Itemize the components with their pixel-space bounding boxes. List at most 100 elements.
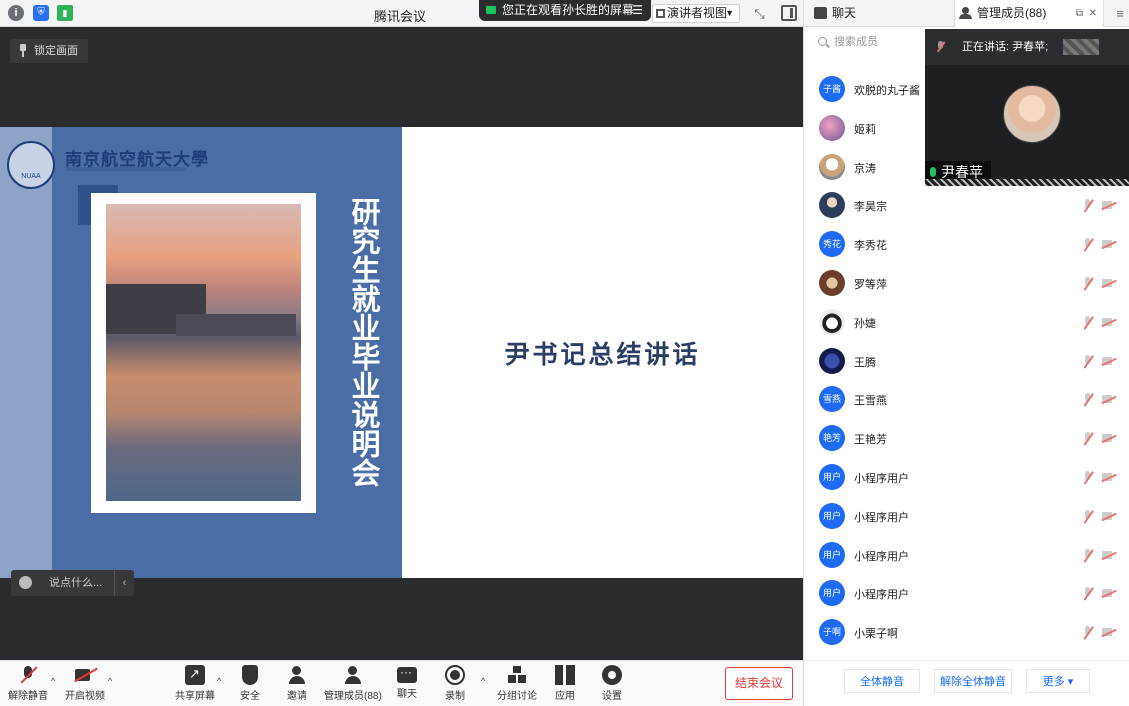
record-options-caret-icon[interactable]: ^ <box>481 676 485 686</box>
share-screen-icon <box>185 665 205 685</box>
share-screen-button[interactable]: 共享屏幕 <box>175 665 215 702</box>
grid-icon <box>656 9 665 18</box>
member-row[interactable]: 用户 小程序用户 <box>804 536 1129 575</box>
tab-members-label: 管理成员(88) <box>977 6 1047 20</box>
chat-button[interactable]: 聊天 <box>397 665 417 700</box>
apps-button[interactable]: 应用 <box>555 665 575 702</box>
mic-off-icon[interactable] <box>1082 238 1094 251</box>
camera-off-icon[interactable] <box>1102 433 1116 443</box>
camera-off-icon[interactable] <box>1102 588 1116 598</box>
mic-off-icon[interactable] <box>1082 548 1094 562</box>
mic-off-icon[interactable] <box>1082 470 1094 484</box>
member-row[interactable]: 用户 小程序用户 <box>804 458 1129 497</box>
start-video-label: 开启视频 <box>65 691 105 702</box>
close-icon[interactable]: ✕ <box>1089 0 1097 27</box>
manage-members-label: 管理成员(88) <box>324 691 382 702</box>
member-row[interactable]: 孙婕 <box>804 303 1129 342</box>
avatar <box>819 114 845 141</box>
member-row[interactable]: 罗等萍 <box>804 264 1129 303</box>
search-icon <box>818 37 827 46</box>
slide-main-title: 尹书记总结讲话 <box>504 340 701 369</box>
camera-off-icon[interactable] <box>1102 356 1116 366</box>
member-row[interactable]: 王腾 <box>804 342 1129 381</box>
member-name: 小程序用户 <box>854 550 909 563</box>
avatar: 雪燕 <box>819 386 845 413</box>
title-bar: i ⛨ ▮ 腾讯会议 您正在观看孙长胜的屏幕 ☰ 演讲者视图 ▼ ⤡ <box>0 0 803 27</box>
unmute-button[interactable]: 解除静音 <box>8 665 48 702</box>
add-user-icon <box>287 665 307 685</box>
mic-off-icon[interactable] <box>1082 626 1094 639</box>
lock-view-button[interactable]: 锁定画面 <box>10 39 88 63</box>
avatar <box>819 192 845 219</box>
camera-off-icon[interactable] <box>1102 394 1116 404</box>
camera-off-icon[interactable] <box>1102 550 1116 560</box>
video-edge <box>925 179 1129 186</box>
camera-off-icon[interactable] <box>1102 278 1116 288</box>
breakout-icon <box>507 665 527 685</box>
info-icon[interactable]: i <box>8 5 24 21</box>
mic-off-icon[interactable] <box>1082 509 1094 523</box>
mic-off-icon[interactable] <box>1082 587 1094 600</box>
shield-icon[interactable]: ⛨ <box>33 5 49 21</box>
speaker-video[interactable]: 正在讲话: 尹春苹; 尹春苹 <box>925 29 1129 186</box>
start-video-button[interactable]: 开启视频 <box>65 665 105 702</box>
fullscreen-icon[interactable]: ⤡ <box>751 5 768 22</box>
member-row[interactable]: 雪燕 王雪燕 <box>804 380 1129 419</box>
mic-off-icon[interactable] <box>1082 315 1094 329</box>
settings-button[interactable]: 设置 <box>602 665 622 702</box>
avatar <box>819 347 845 374</box>
mic-off-icon[interactable] <box>1082 393 1094 406</box>
camera-off-icon[interactable] <box>1102 317 1116 327</box>
more-button[interactable]: 更多 ▾ <box>1026 669 1090 693</box>
lock-view-label: 锁定画面 <box>34 45 78 57</box>
camera-off-icon[interactable] <box>1102 200 1116 210</box>
mic-off-icon[interactable] <box>1082 199 1094 212</box>
breakout-button[interactable]: 分组讨论 <box>497 665 537 702</box>
member-row[interactable]: 艳芳 王艳芳 <box>804 419 1129 458</box>
signal-icon[interactable]: ▮ <box>57 5 73 21</box>
mic-off-icon[interactable] <box>1082 276 1094 290</box>
mic-off-icon[interactable] <box>1082 432 1094 445</box>
avatar: 用户 <box>819 580 845 607</box>
emoji-icon[interactable] <box>19 576 32 589</box>
end-meeting-button[interactable]: 结束会议 <box>725 667 793 700</box>
mute-all-button[interactable]: 全体静音 <box>844 669 920 693</box>
members-icon <box>343 665 363 685</box>
member-row[interactable]: 秀花 李秀花 <box>804 225 1129 264</box>
unmute-label: 解除静音 <box>8 691 48 702</box>
search-input[interactable]: 搜索成员 <box>814 30 924 54</box>
chat-quick-input[interactable]: 说点什么... ‹ <box>11 570 134 596</box>
member-row[interactable]: 用户 小程序用户 <box>804 574 1129 613</box>
member-row[interactable]: 李昊宗 <box>804 186 1129 225</box>
video-options-caret-icon[interactable]: ^ <box>108 676 112 686</box>
view-mode-dropdown[interactable]: 演讲者视图 ▼ <box>652 4 740 23</box>
camera-off-icon[interactable] <box>1102 627 1116 637</box>
tab-members[interactable]: 管理成员(88) ⧉ ✕ <box>954 0 1104 27</box>
viewing-banner: 您正在观看孙长胜的屏幕 ☰ <box>479 0 651 21</box>
member-row[interactable]: 子啊 小栗子啊 <box>804 613 1129 652</box>
audio-options-caret-icon[interactable]: ^ <box>51 676 55 686</box>
member-row[interactable]: 用户 小程序用户 <box>804 497 1129 536</box>
shared-screen-area: 锁定画面 南京航空航天大學 研究生就业毕业说明会 尹书记总结讲话 说点什么...… <box>0 27 803 660</box>
record-button[interactable]: 录制 <box>445 665 465 702</box>
view-mode-label: 演讲者视图 <box>667 6 728 20</box>
unmute-all-button[interactable]: 解除全体静音 <box>934 669 1012 693</box>
invite-button[interactable]: 邀请 <box>287 665 307 702</box>
menu-icon[interactable]: ☰ <box>632 0 643 21</box>
panel-menu-icon[interactable]: ≡ <box>1116 0 1124 27</box>
share-options-caret-icon[interactable]: ^ <box>217 676 221 686</box>
campus-photo <box>106 204 301 501</box>
speaker-avatar <box>1003 85 1061 143</box>
member-name: 王腾 <box>854 356 876 369</box>
camera-off-icon[interactable] <box>1102 511 1116 521</box>
sidebar-toggle-icon[interactable] <box>781 5 797 21</box>
tab-chat[interactable]: 聊天 <box>810 0 950 27</box>
manage-members-button[interactable]: 管理成员(88) <box>324 665 382 702</box>
mic-off-icon <box>937 41 945 52</box>
camera-off-icon[interactable] <box>1102 472 1116 482</box>
popout-icon[interactable]: ⧉ <box>1076 0 1083 27</box>
security-button[interactable]: 安全 <box>240 665 260 702</box>
mic-off-icon[interactable] <box>1082 354 1094 368</box>
collapse-icon[interactable]: ‹ <box>114 570 134 596</box>
camera-off-icon[interactable] <box>1102 239 1116 249</box>
